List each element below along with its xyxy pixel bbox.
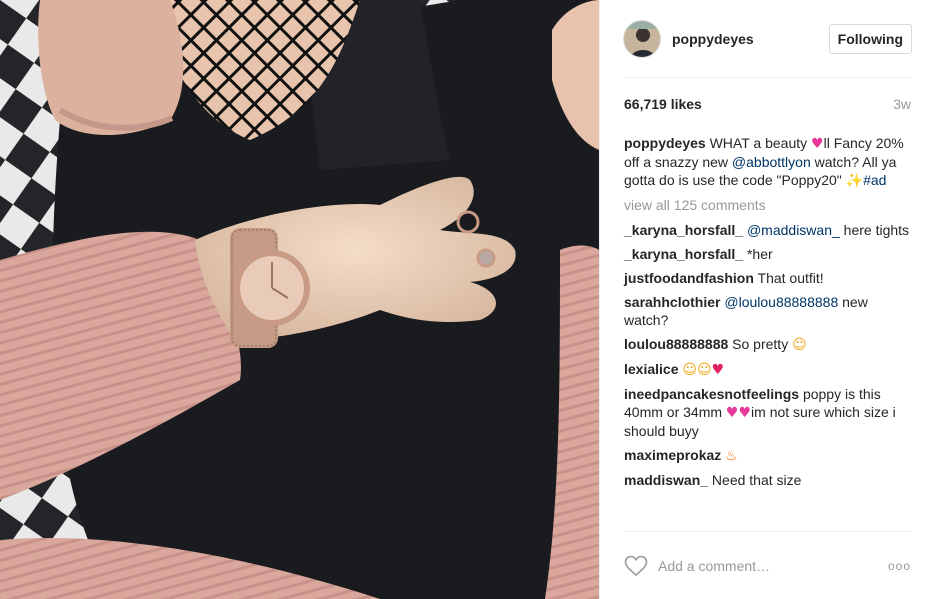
comment-text: *her [746,246,773,262]
comment-text: here tights [843,222,910,238]
comment-item: lexialice ☺☺♥ [624,360,913,379]
comment-username[interactable]: ineedpancakesnotfeelings [624,386,799,402]
comment-username[interactable]: justfoodandfashion [624,270,754,286]
comment-username[interactable]: maddiswan_ [624,472,708,488]
comment-item: _karyna_horsfall_ @maddiswan_ here tight… [624,221,913,239]
caption-mention[interactable]: @abbottlyon [732,154,811,170]
two-hearts-emoji-icon: ♥♥ [725,405,752,421]
header-username[interactable]: poppydeyes [672,31,829,47]
comment-mention[interactable]: @maddiswan_ [747,222,840,238]
comment-mention[interactable]: @loulou88888888 [724,294,838,310]
comment-username[interactable]: loulou88888888 [624,336,728,352]
comment-text: So pretty [732,336,789,352]
photo-illustration [0,0,599,599]
comment-item: sarahhclothier @loulou88888888 new watch… [624,293,913,329]
comment-username[interactable]: maximeprokaz [624,447,721,463]
avatar-image [624,21,660,57]
caption-text-1: WHAT a beauty [709,135,808,151]
comment-text: That outfit! [757,270,824,286]
heart-eyes-emoji-icon: ☺ [792,337,807,353]
header-divider [624,77,912,78]
comment-list: poppydeyes WHAT a beauty ♥ll Fancy 20% o… [624,134,913,495]
post-meta: 66,719 likes 3w [624,96,911,112]
post-photo[interactable] [0,0,599,599]
comment-username[interactable]: lexialice [624,361,679,377]
comment-item: loulou88888888 So pretty ☺ [624,335,913,354]
comment-item: ineedpancakesnotfeelings poppy is this 4… [624,385,913,440]
sparkling-heart-emoji-icon: ♥ [811,136,824,152]
post-header: poppydeyes Following [600,0,935,78]
comment-username[interactable]: _karyna_horsfall_ [624,246,743,262]
post-sidebar: poppydeyes Following 66,719 likes 3w pop… [599,0,935,599]
comment-text: Need that size [711,472,802,488]
comment-item: maddiswan_ Need that size [624,471,913,489]
instagram-post: poppydeyes Following 66,719 likes 3w pop… [0,0,935,599]
like-count[interactable]: 66,719 likes [624,96,702,112]
comment-username[interactable]: _karyna_horsfall_ [624,222,743,238]
following-button[interactable]: Following [828,24,912,54]
fire-emoji-icon: ♨ [725,448,738,464]
view-all-comments-link[interactable]: view all 125 comments [624,196,913,214]
caption-hashtag[interactable]: #ad [863,172,886,188]
post-age[interactable]: 3w [893,96,911,112]
comment-item: justfoodandfashion That outfit! [624,269,913,287]
heart-eyes-emoji-icon: ☺☺ [682,362,712,378]
comment-item: maximeprokaz ♨ [624,446,913,465]
heart-outline-icon[interactable] [624,555,648,577]
add-comment-input[interactable] [658,557,888,574]
avatar[interactable] [623,20,661,58]
comment-item: _karyna_horsfall_ *her [624,245,913,263]
comment-username[interactable]: sarahhclothier [624,294,720,310]
sparkles-emoji-icon: ✨ [845,173,864,189]
red-heart-emoji-icon: ♥ [711,362,725,378]
more-options-icon[interactable]: ooo [888,559,911,573]
comment-footer: ooo [624,531,911,599]
caption: poppydeyes WHAT a beauty ♥ll Fancy 20% o… [624,134,913,190]
caption-username[interactable]: poppydeyes [624,135,706,151]
